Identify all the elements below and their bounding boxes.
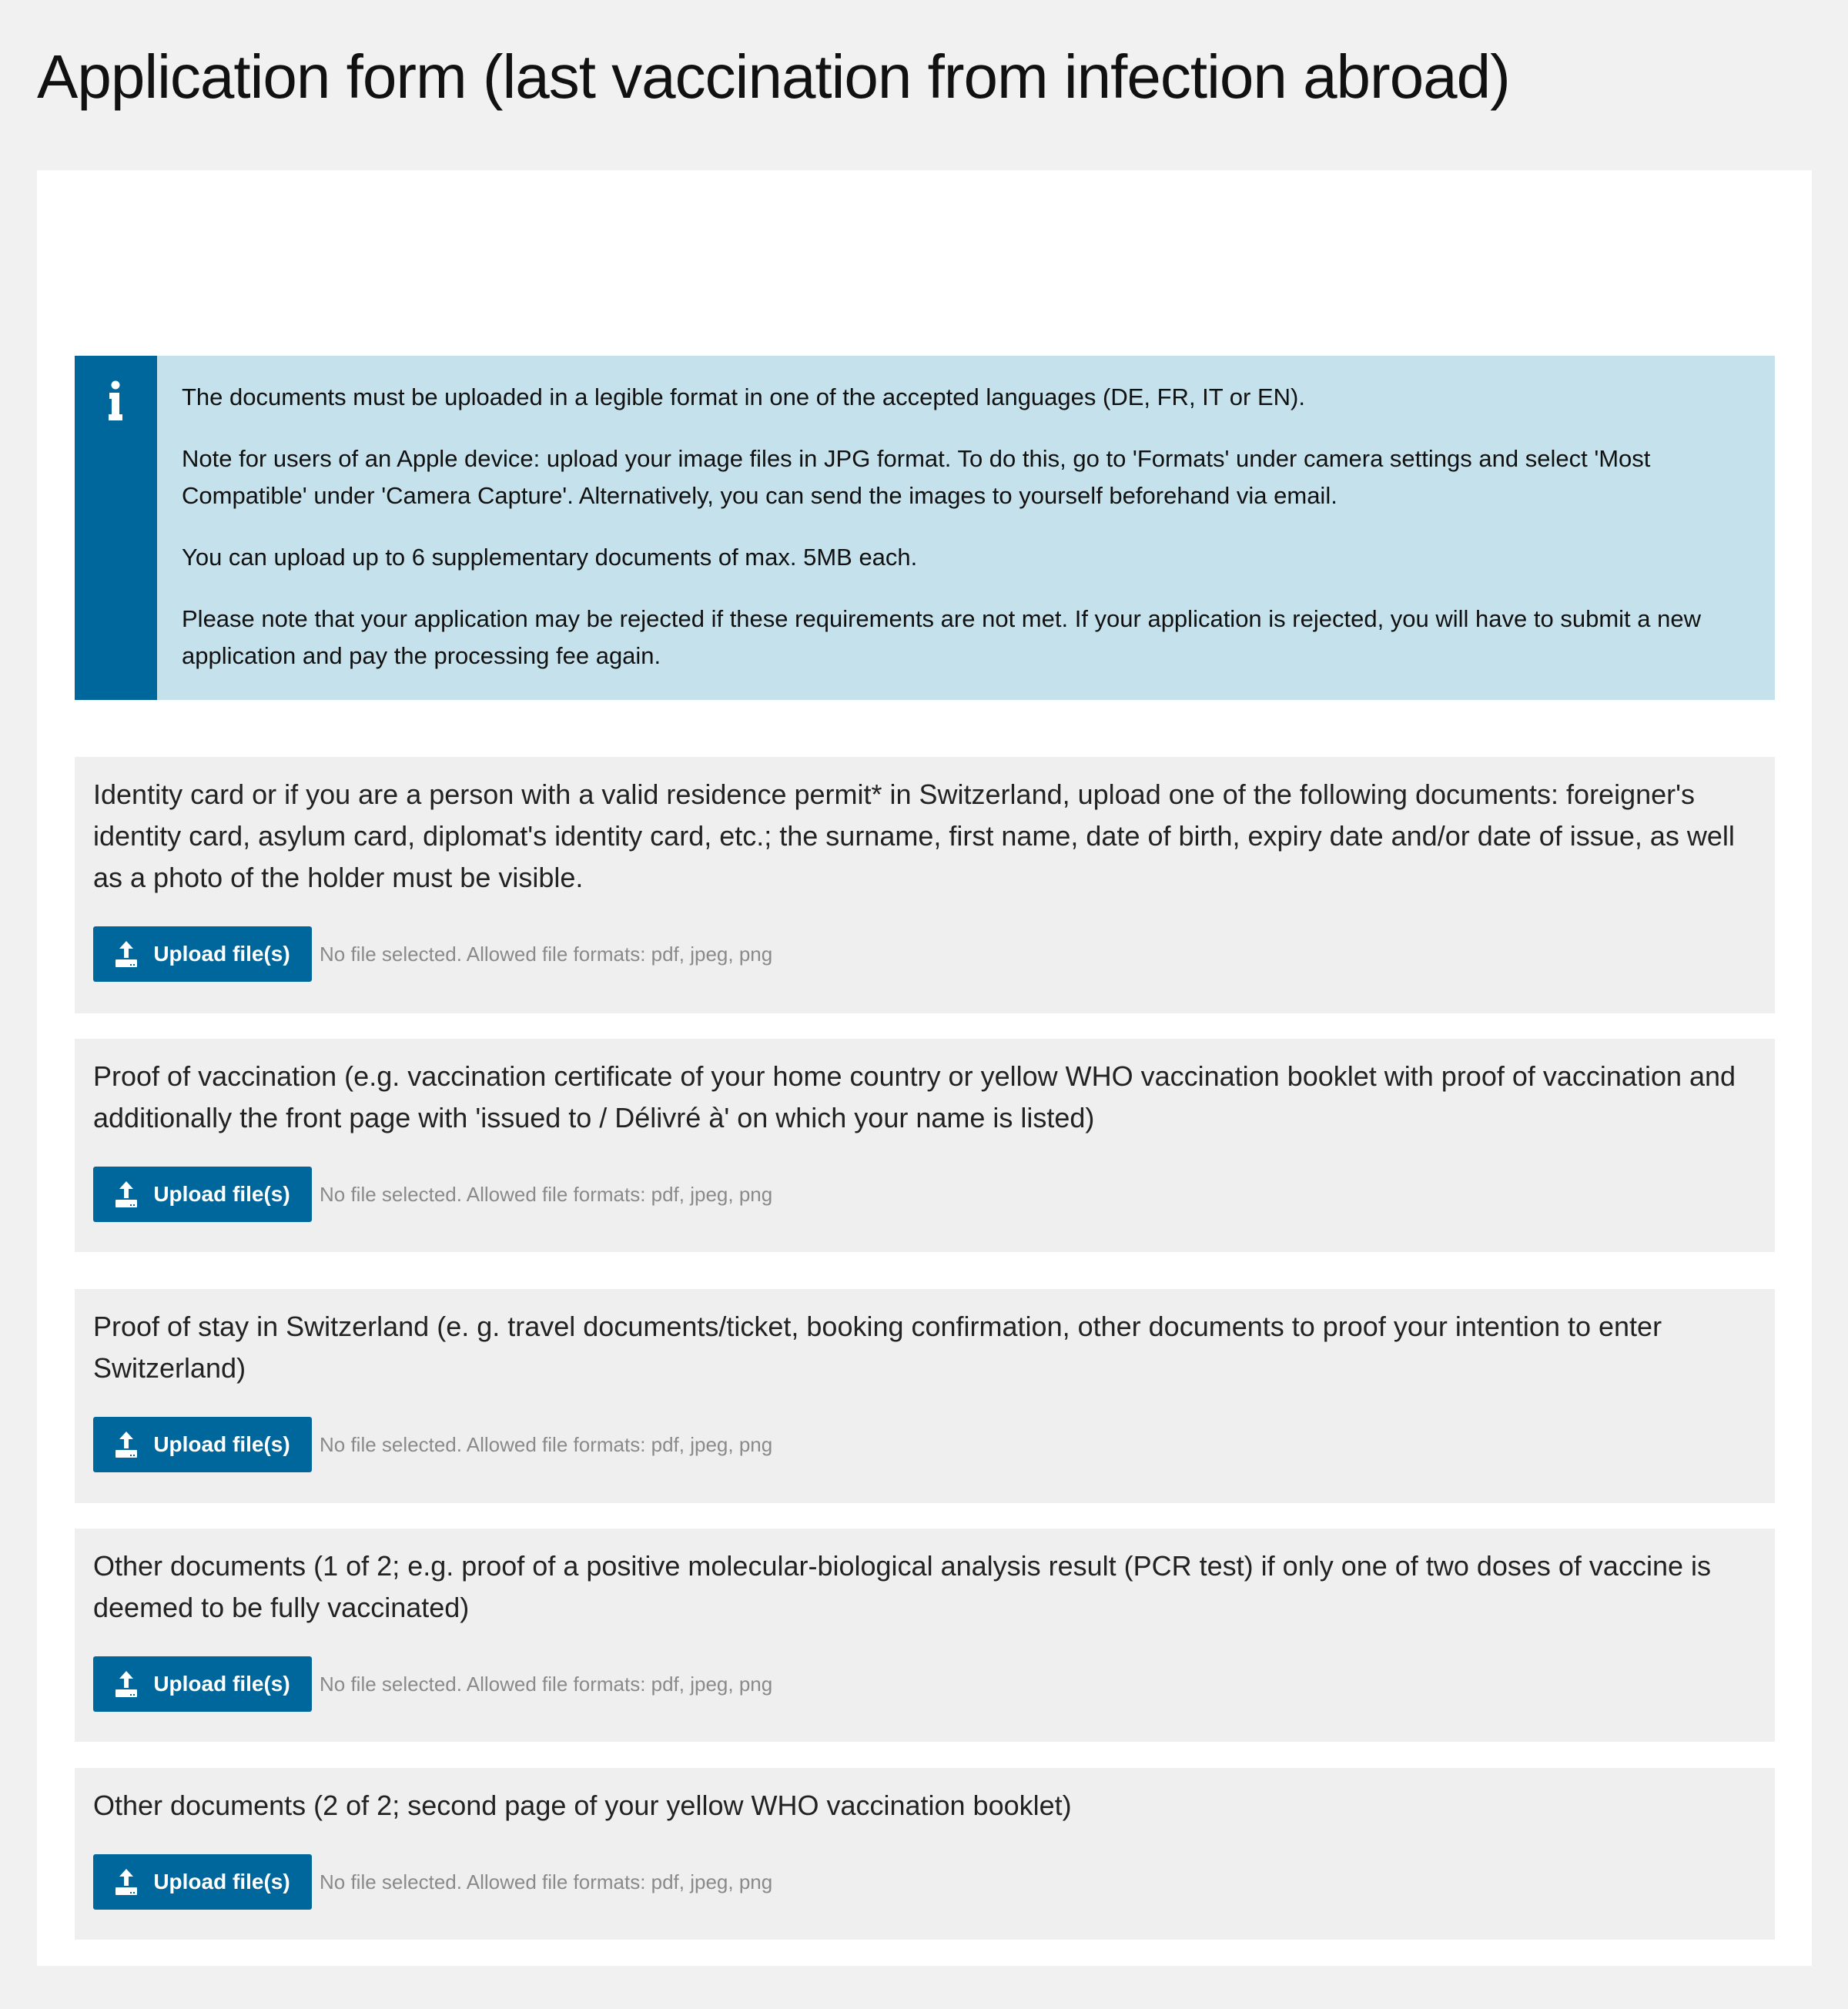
upload-description: Proof of vaccination (e.g. vaccination c… xyxy=(93,1060,1736,1133)
upload-icon xyxy=(116,1869,138,1895)
upload-icon xyxy=(116,941,138,967)
upload-icon xyxy=(116,1181,138,1207)
info-paragraph: The documents must be uploaded in a legi… xyxy=(182,383,1305,410)
info-icon xyxy=(109,380,122,420)
upload-icon xyxy=(116,1671,138,1697)
upload-section-vaccination: Proof of vaccination (e.g. vaccination c… xyxy=(75,1039,1775,1252)
upload-section-stay: Proof of stay in Switzerland (e. g. trav… xyxy=(75,1289,1775,1503)
upload-description: Other documents (2 of 2; second page of … xyxy=(93,1790,1072,1821)
upload-button[interactable]: Upload file(s) xyxy=(93,926,312,982)
upload-button-label: Upload file(s) xyxy=(153,1432,290,1456)
upload-description: Other documents (1 of 2; e.g. proof of a… xyxy=(93,1550,1711,1623)
upload-button-label: Upload file(s) xyxy=(153,1672,290,1696)
info-paragraph: You can upload up to 6 supplementary doc… xyxy=(182,544,918,571)
file-status: No file selected. Allowed file formats: … xyxy=(320,1870,773,1893)
upload-button[interactable]: Upload file(s) xyxy=(93,1167,312,1222)
upload-button-label: Upload file(s) xyxy=(153,942,290,966)
info-paragraph: Please note that your application may be… xyxy=(182,605,1701,669)
upload-description: Identity card or if you are a person wit… xyxy=(93,778,1735,893)
upload-button[interactable]: Upload file(s) xyxy=(93,1854,312,1910)
upload-button[interactable]: Upload file(s) xyxy=(93,1656,312,1712)
info-paragraph: Note for users of an Apple device: uploa… xyxy=(182,445,1651,509)
file-status: No file selected. Allowed file formats: … xyxy=(320,1432,773,1456)
upload-button[interactable]: Upload file(s) xyxy=(93,1417,312,1472)
file-status: No file selected. Allowed file formats: … xyxy=(320,1672,773,1696)
info-sidebar xyxy=(75,356,157,700)
file-status: No file selected. Allowed file formats: … xyxy=(320,1182,773,1206)
form-card: Intro Personal details of applicant 3 Up… xyxy=(37,170,1812,1966)
upload-button-label: Upload file(s) xyxy=(153,1870,290,1893)
upload-description: Proof of stay in Switzerland (e. g. trav… xyxy=(93,1311,1662,1384)
info-notice: The documents must be uploaded in a legi… xyxy=(75,356,1775,700)
upload-section-identity: Identity card or if you are a person wit… xyxy=(75,757,1775,1013)
info-text: The documents must be uploaded in a legi… xyxy=(157,356,1775,700)
page-title: Application form (last vaccination from … xyxy=(37,42,1511,111)
upload-icon xyxy=(116,1431,138,1458)
upload-button-label: Upload file(s) xyxy=(153,1182,290,1206)
upload-section-other-2: Other documents (2 of 2; second page of … xyxy=(75,1768,1775,1940)
file-status: No file selected. Allowed file formats: … xyxy=(320,942,773,966)
upload-section-other-1: Other documents (1 of 2; e.g. proof of a… xyxy=(75,1529,1775,1742)
